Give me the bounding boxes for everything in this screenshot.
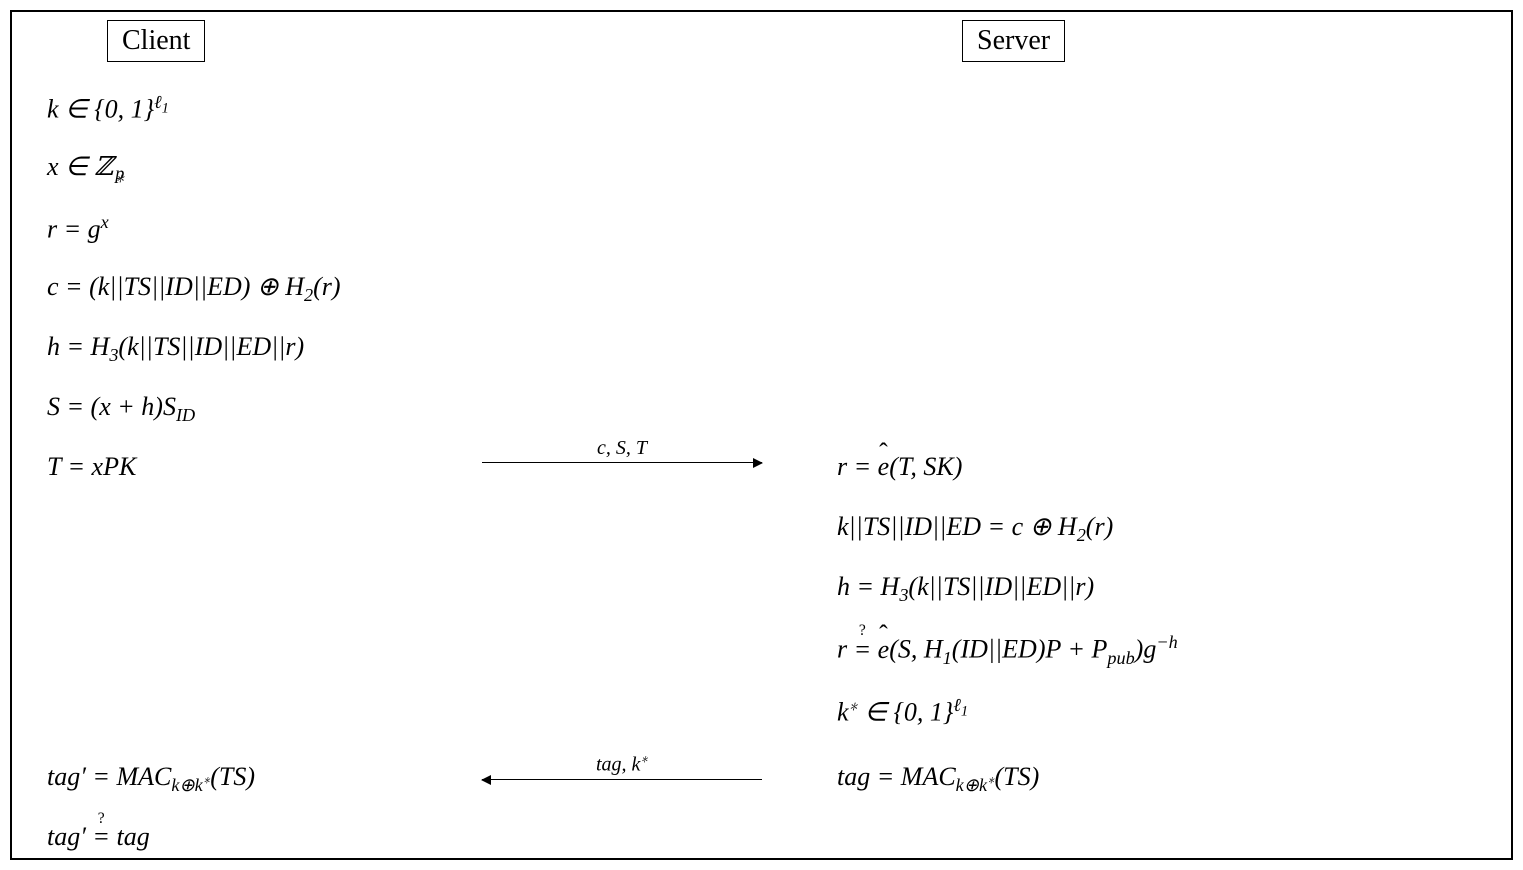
server-header: Server (962, 20, 1065, 62)
client-step-4: c = (k||TS||ID||ED) ⊕ H2(r) (47, 272, 341, 306)
arrow-2-label: tag, k∗ (596, 747, 648, 777)
client-header: Client (107, 20, 205, 62)
client-label: Client (122, 25, 190, 56)
client-step-9: tag′ ?= tag (47, 822, 150, 852)
arrow-right-icon (482, 462, 762, 463)
arrow-client-to-server: c, S, T (482, 437, 762, 463)
server-step-4: r ?= e(S, H1(ID||ED)P + Ppub)g−h (837, 632, 1178, 669)
client-step-7: T = xPK (47, 452, 136, 482)
server-step-3: h = H3(k||TS||ID||ED||r) (837, 572, 1094, 606)
arrow-left-icon (482, 779, 762, 780)
server-step-6: tag = MACk⊕k∗(TS) (837, 762, 1039, 796)
client-step-8: tag′ = MACk⊕k∗(TS) (47, 762, 255, 796)
arrow-server-to-client: tag, k∗ (482, 747, 762, 780)
client-step-3: r = gx (47, 212, 109, 245)
server-step-1: r = e(T, SK) (837, 452, 962, 482)
client-step-5: h = H3(k||TS||ID||ED||r) (47, 332, 304, 366)
server-label: Server (977, 25, 1050, 56)
client-step-6: S = (x + h)SID (47, 392, 195, 426)
client-step-1: k ∈ {0, 1}ℓ1 (47, 92, 169, 125)
protocol-diagram: Client Server k ∈ {0, 1}ℓ1 x ∈ ℤ∗p r = g… (10, 10, 1513, 860)
server-step-5: k∗ ∈ {0, 1}ℓ1 (837, 692, 968, 728)
client-step-2: x ∈ ℤ∗p (47, 152, 113, 182)
arrow-1-label: c, S, T (597, 437, 647, 460)
server-step-2: k||TS||ID||ED = c ⊕ H2(r) (837, 512, 1113, 546)
